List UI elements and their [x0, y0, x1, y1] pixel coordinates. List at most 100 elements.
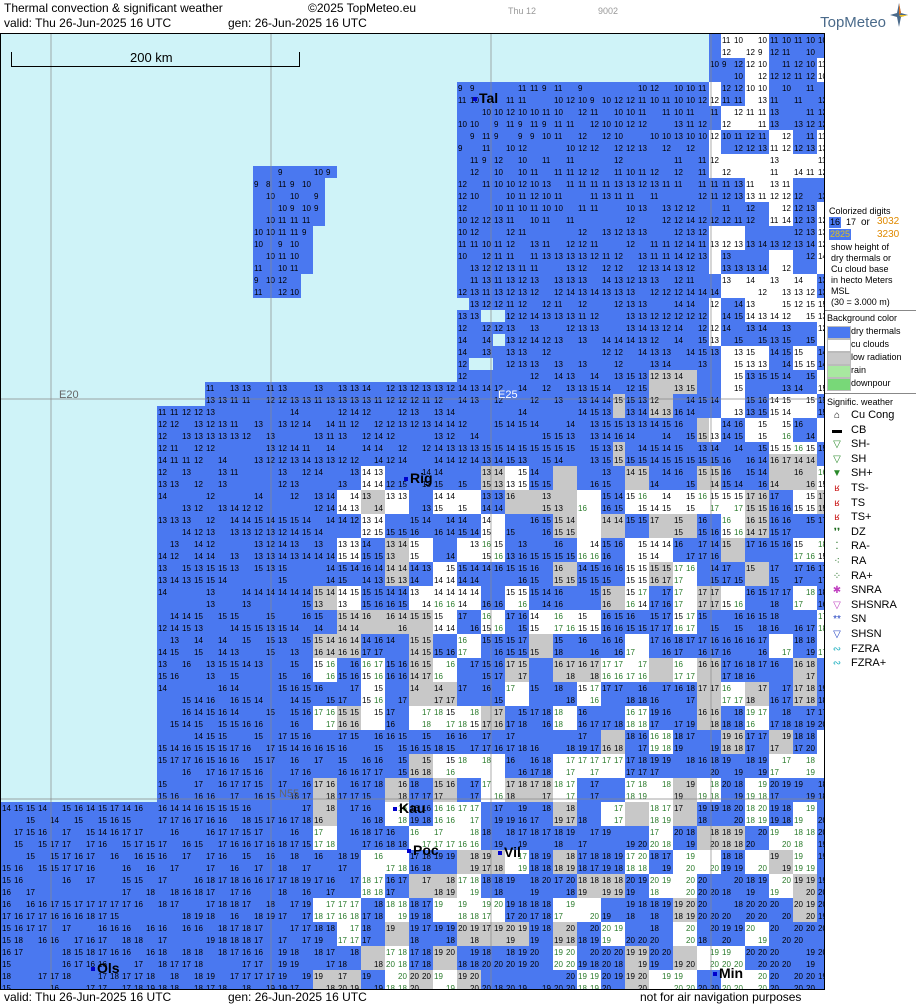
svg-text:13: 13: [818, 276, 825, 285]
city-marker-tal[interactable]: Tal: [473, 90, 498, 106]
svg-text:13: 13: [746, 372, 755, 381]
svg-text:19: 19: [794, 816, 803, 825]
svg-text:12: 12: [782, 132, 791, 141]
svg-text:13: 13: [638, 228, 647, 237]
svg-text:15: 15: [818, 552, 825, 561]
svg-text:14: 14: [194, 732, 203, 741]
svg-text:15: 15: [650, 612, 659, 621]
svg-text:12: 12: [590, 168, 599, 177]
svg-text:16: 16: [218, 780, 227, 789]
svg-text:14: 14: [182, 612, 191, 621]
city-marker-min[interactable]: Min: [713, 965, 743, 981]
svg-text:12: 12: [578, 228, 587, 237]
svg-text:14: 14: [350, 564, 359, 573]
svg-text:15: 15: [242, 624, 251, 633]
svg-text:14: 14: [158, 492, 167, 501]
legend-wx-label: SH-: [851, 439, 870, 450]
city-marker-vil[interactable]: Vil: [498, 844, 521, 860]
svg-text:10: 10: [530, 108, 539, 117]
svg-text:9: 9: [302, 228, 307, 237]
svg-text:11: 11: [758, 120, 767, 129]
svg-text:16: 16: [602, 600, 611, 609]
svg-text:11: 11: [542, 240, 551, 249]
svg-text:15: 15: [374, 708, 383, 717]
svg-text:12: 12: [806, 120, 815, 129]
svg-text:17: 17: [794, 552, 803, 561]
svg-text:16: 16: [650, 696, 659, 705]
svg-text:12: 12: [158, 420, 167, 429]
svg-text:13: 13: [398, 576, 407, 585]
svg-text:13: 13: [314, 456, 323, 465]
svg-text:13: 13: [590, 324, 599, 333]
city-marker-ols[interactable]: Ols: [91, 960, 120, 976]
svg-text:13: 13: [386, 552, 395, 561]
svg-text:18: 18: [422, 816, 431, 825]
svg-text:15: 15: [578, 612, 587, 621]
svg-text:17: 17: [338, 792, 347, 801]
city-marker-kau[interactable]: Kau: [393, 800, 425, 816]
svg-text:16: 16: [494, 564, 503, 573]
city-dot: [393, 807, 397, 812]
logo-text: TopMeteo: [820, 15, 886, 30]
svg-text:14: 14: [818, 360, 825, 369]
svg-text:11: 11: [650, 192, 659, 201]
svg-text:12: 12: [494, 324, 503, 333]
svg-text:12: 12: [206, 420, 215, 429]
svg-text:13: 13: [410, 408, 419, 417]
svg-text:14: 14: [170, 804, 179, 813]
svg-text:14: 14: [218, 456, 227, 465]
svg-text:13: 13: [506, 324, 515, 333]
svg-text:14: 14: [326, 552, 335, 561]
svg-text:15: 15: [758, 504, 767, 513]
svg-text:16: 16: [434, 816, 443, 825]
topmeteo-logo[interactable]: TopMeteo: [808, 3, 908, 31]
svg-text:16: 16: [410, 528, 419, 537]
svg-text:15: 15: [194, 576, 203, 585]
svg-text:17: 17: [770, 792, 779, 801]
svg-text:14: 14: [746, 276, 755, 285]
svg-text:13: 13: [170, 540, 179, 549]
city-marker-rig[interactable]: Rig: [404, 470, 433, 486]
svg-text:12: 12: [278, 276, 287, 285]
svg-text:18: 18: [710, 720, 719, 729]
svg-text:16: 16: [110, 816, 119, 825]
forecast-map[interactable]: 1110101110111010121291211101091212101112…: [0, 33, 825, 990]
svg-text:13: 13: [638, 204, 647, 213]
svg-text:15: 15: [518, 444, 527, 453]
svg-text:13: 13: [218, 504, 227, 513]
svg-text:10: 10: [542, 192, 551, 201]
svg-text:15: 15: [614, 504, 623, 513]
svg-text:16: 16: [770, 696, 779, 705]
svg-text:17: 17: [422, 708, 431, 717]
legend-or: or: [861, 217, 870, 228]
city-marker-poc[interactable]: Poc: [407, 842, 439, 858]
svg-text:14: 14: [662, 492, 671, 501]
svg-text:14: 14: [254, 696, 263, 705]
svg-text:15: 15: [170, 720, 179, 729]
svg-text:11: 11: [530, 120, 539, 129]
svg-text:15: 15: [650, 444, 659, 453]
svg-text:11: 11: [314, 396, 323, 405]
svg-text:10: 10: [518, 156, 527, 165]
svg-text:18: 18: [818, 792, 825, 801]
svg-text:17: 17: [782, 588, 791, 597]
svg-text:11: 11: [230, 468, 239, 477]
svg-text:14: 14: [230, 516, 239, 525]
svg-text:16: 16: [326, 660, 335, 669]
svg-text:13: 13: [578, 396, 587, 405]
svg-text:15: 15: [662, 420, 671, 429]
svg-text:10: 10: [806, 48, 815, 57]
svg-text:15: 15: [398, 744, 407, 753]
legend-wx-label: DZ: [851, 526, 866, 538]
svg-text:11: 11: [698, 168, 707, 177]
svg-text:13: 13: [602, 444, 611, 453]
svg-text:13: 13: [278, 420, 287, 429]
svg-text:14: 14: [686, 216, 695, 225]
svg-text:16: 16: [362, 756, 371, 765]
svg-text:13: 13: [170, 636, 179, 645]
svg-text:15: 15: [710, 576, 719, 585]
svg-text:12: 12: [314, 504, 323, 513]
svg-text:12: 12: [746, 48, 755, 57]
svg-text:11: 11: [566, 216, 575, 225]
svg-text:15: 15: [542, 504, 551, 513]
